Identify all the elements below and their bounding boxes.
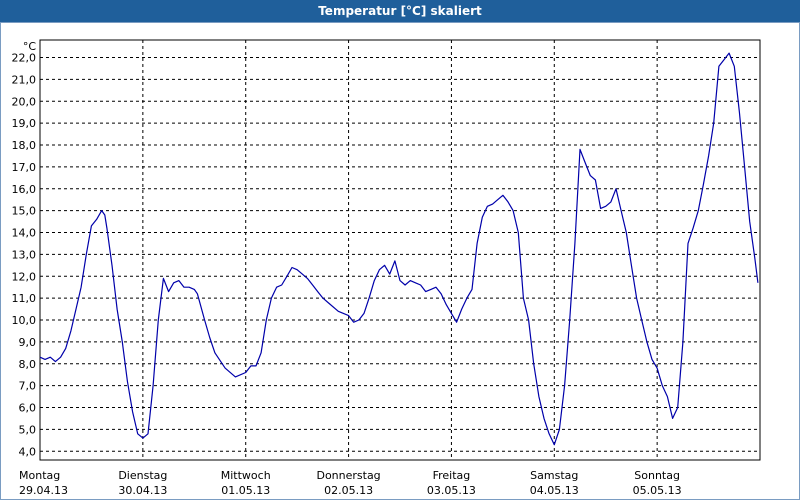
x-tick-date: 02.05.13 [324, 484, 373, 497]
x-tick-date: 05.05.13 [633, 484, 682, 497]
y-axis-ticks: 4,0 5,0 6,0 7,0 8,0 9,0 10,0 11,0 12,0 13,0 14,0 15… [12, 52, 37, 459]
y-tick-label: 13,0 [12, 248, 37, 261]
y-tick-label: 18,0 [12, 139, 37, 152]
x-tick-weekday: Mittwoch [221, 469, 271, 482]
x-tick-date: 29.04.13 [19, 484, 68, 497]
y-tick-label: 17,0 [12, 161, 37, 174]
y-tick-label: 12,0 [12, 270, 37, 283]
y-tick-label: 16,0 [12, 183, 37, 196]
temperature-chart: 4,0 5,0 6,0 7,0 8,0 9,0 10,0 11,0 12,0 13,0 14,0 15… [12, 39, 761, 497]
y-tick-label: 6,0 [19, 402, 37, 415]
y-tick-label: 8,0 [19, 358, 37, 371]
x-tick-date: 30.04.13 [118, 484, 167, 497]
x-axis-labels: Montag 29.04.13 Dienstag 30.04.13 Mittwoch 01… [19, 469, 682, 497]
temperature-line [39, 52, 759, 446]
x-tick-date: 01.05.13 [221, 484, 270, 497]
y-tick-label: 5,0 [19, 423, 37, 436]
x-tick-weekday: Dienstag [118, 469, 167, 482]
grid [39, 39, 761, 461]
y-tick-label: 15,0 [12, 205, 37, 218]
x-tick-weekday: Donnerstag [316, 469, 380, 482]
y-tick-label: 9,0 [19, 336, 37, 349]
y-tick-label: 11,0 [12, 292, 37, 305]
x-tick-weekday: Freitag [433, 469, 471, 482]
x-tick-weekday: Montag [19, 469, 60, 482]
y-tick-label: 19,0 [12, 117, 37, 130]
y-tick-label: 21,0 [12, 73, 37, 86]
y-tick-label: 22,0 [12, 52, 37, 65]
x-tick-date: 03.05.13 [427, 484, 476, 497]
y-tick-label: 20,0 [12, 95, 37, 108]
y-tick-label: 4,0 [19, 445, 37, 458]
y-tick-label: 10,0 [12, 314, 37, 327]
x-tick-weekday: Samstag [530, 469, 578, 482]
x-tick-weekday: Sonntag [634, 469, 680, 482]
y-tick-label: 7,0 [19, 380, 37, 393]
plot-border [39, 39, 761, 461]
y-tick-label: 14,0 [12, 227, 37, 240]
y-axis-label: °C [23, 40, 37, 53]
x-tick-date: 04.05.13 [530, 484, 579, 497]
plot-area [39, 52, 759, 446]
